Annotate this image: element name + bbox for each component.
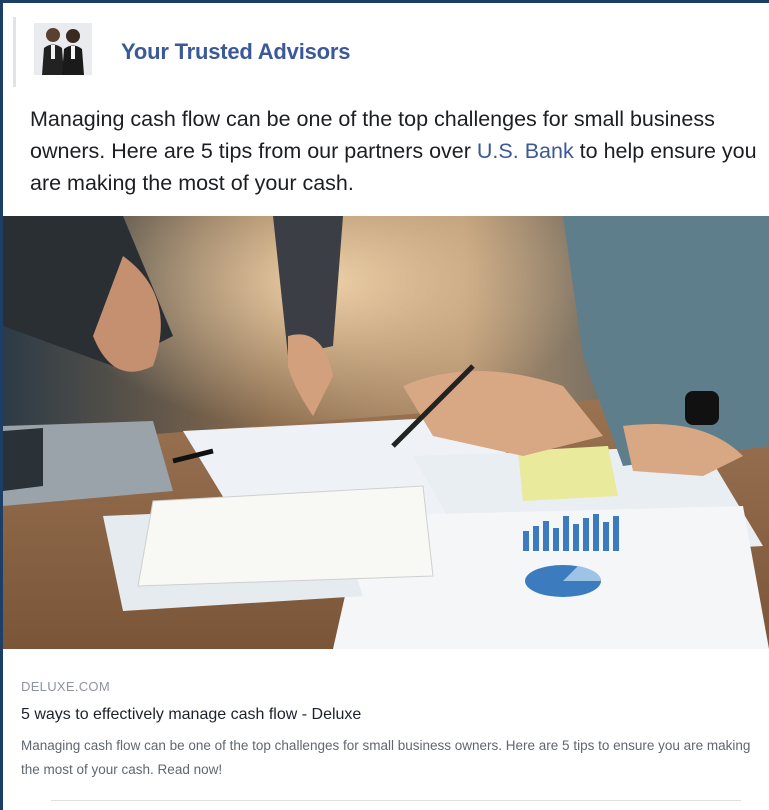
us-bank-link[interactable]: U.S. Bank bbox=[477, 139, 574, 163]
link-preview-image[interactable] bbox=[3, 216, 769, 649]
post-header: Your Trusted Advisors bbox=[13, 17, 756, 87]
link-title[interactable]: 5 ways to effectively manage cash flow -… bbox=[21, 706, 761, 724]
divider bbox=[51, 800, 741, 801]
facebook-post-card: Your Trusted Advisors Managing cash flow… bbox=[3, 3, 769, 810]
link-domain: DELUXE.COM bbox=[21, 679, 110, 694]
link-description: Managing cash flow can be one of the top… bbox=[21, 738, 751, 777]
post-text: Managing cash flow can be one of the top… bbox=[30, 103, 765, 199]
page-avatar[interactable] bbox=[34, 23, 92, 75]
link-preview-meta[interactable]: DELUXE.COM 5 ways to effectively manage … bbox=[21, 679, 761, 782]
page-name-link[interactable]: Your Trusted Advisors bbox=[121, 39, 350, 65]
